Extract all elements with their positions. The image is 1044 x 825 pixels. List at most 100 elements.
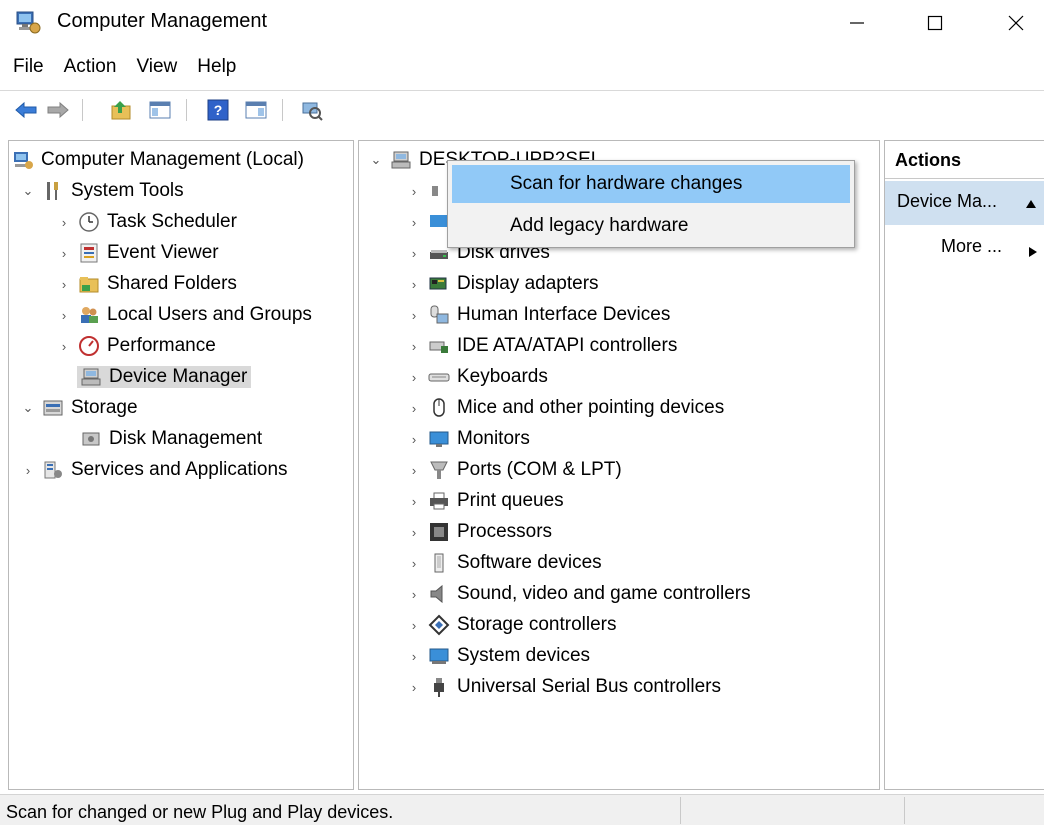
device-row[interactable]: › Processors: [407, 517, 552, 547]
scan-hardware-icon[interactable]: [298, 97, 326, 123]
tree-label-event-viewer: Event Viewer: [107, 242, 219, 263]
actions-more-item[interactable]: More ...: [941, 236, 1002, 257]
device-row[interactable]: › Human Interface Devices: [407, 300, 671, 330]
tree-item-system-tools[interactable]: ⌄ System Tools: [21, 176, 184, 206]
tree-item-shared-folders[interactable]: › Shared Folders: [57, 269, 237, 299]
device-row[interactable]: › Print queues: [407, 486, 564, 516]
chevron-right-icon[interactable]: ›: [407, 680, 421, 695]
chevron-right-icon[interactable]: ›: [407, 494, 421, 509]
tree-label-shared-folders: Shared Folders: [107, 273, 237, 294]
chevron-right-icon[interactable]: ›: [21, 463, 35, 478]
chevron-right-icon[interactable]: ›: [407, 649, 421, 664]
close-button[interactable]: [993, 4, 1039, 42]
tree-item-local-users[interactable]: › Local Users and Groups: [57, 300, 312, 330]
device-label: Print queues: [457, 490, 564, 511]
chevron-right-icon[interactable]: ›: [57, 308, 71, 323]
chevron-right-icon[interactable]: ›: [407, 184, 421, 199]
forward-arrow-icon[interactable]: [44, 97, 72, 123]
actions-more-label: More ...: [941, 236, 1003, 256]
tree-item-performance[interactable]: › Performance: [57, 331, 216, 361]
menu-item-scan-hardware[interactable]: Scan for hardware changes: [452, 165, 850, 203]
monitor-icon: [427, 428, 451, 450]
menu-help[interactable]: Help: [187, 52, 246, 84]
device-label: Sound, video and game controllers: [457, 583, 751, 604]
chevron-right-icon[interactable]: ›: [407, 432, 421, 447]
device-row[interactable]: › Ports (COM & LPT): [407, 455, 622, 485]
menu-file[interactable]: File: [0, 52, 54, 84]
menu-view[interactable]: View: [126, 52, 187, 84]
chevron-right-icon[interactable]: ›: [407, 401, 421, 416]
actions-header: Actions: [885, 141, 1044, 179]
help-icon[interactable]: ?: [204, 97, 232, 123]
chevron-down-icon[interactable]: ⌄: [369, 152, 383, 167]
device-label: Display adapters: [457, 273, 599, 294]
device-row[interactable]: › System devices: [407, 641, 590, 671]
chevron-right-icon[interactable]: ›: [407, 587, 421, 602]
tree-item-task-scheduler[interactable]: › Task Scheduler: [57, 207, 237, 237]
actions-selected-label: Device Ma...: [897, 191, 998, 211]
event-viewer-icon: [77, 242, 101, 264]
device-row[interactable]: › Sound, video and game controllers: [407, 579, 751, 609]
submenu-arrow-icon: [1028, 242, 1038, 264]
chevron-right-icon[interactable]: ›: [57, 277, 71, 292]
chevron-right-icon[interactable]: ›: [57, 215, 71, 230]
menu-action[interactable]: Action: [54, 52, 127, 84]
back-arrow-icon[interactable]: [12, 97, 40, 123]
device-row[interactable]: › Storage controllers: [407, 610, 616, 640]
chevron-right-icon[interactable]: ›: [407, 370, 421, 385]
chevron-right-icon[interactable]: ›: [407, 463, 421, 478]
device-row[interactable]: › IDE ATA/ATAPI controllers: [407, 331, 678, 361]
chevron-right-icon[interactable]: ›: [57, 339, 71, 354]
tree-item-device-manager[interactable]: Device Manager: [77, 362, 252, 392]
system-device-icon: [427, 645, 451, 667]
chevron-down-icon[interactable]: ⌄: [21, 183, 35, 198]
device-label: Human Interface Devices: [457, 304, 671, 325]
device-manager-icon: [79, 366, 103, 388]
console-tree-pane: Computer Management (Local) ⌄ System Too…: [8, 140, 354, 790]
device-row[interactable]: › Display adapters: [407, 269, 599, 299]
tree-item-event-viewer[interactable]: › Event Viewer: [57, 238, 219, 268]
show-hide-action-pane-icon[interactable]: [242, 97, 270, 123]
maximize-button[interactable]: [912, 4, 958, 42]
tree-root[interactable]: Computer Management (Local): [11, 145, 304, 175]
collapse-arrow-icon[interactable]: [1025, 193, 1037, 214]
device-label: Monitors: [457, 428, 530, 449]
tree-item-storage[interactable]: ⌄ Storage: [21, 393, 138, 423]
device-row[interactable]: › Mice and other pointing devices: [407, 393, 724, 423]
device-row[interactable]: › Universal Serial Bus controllers: [407, 672, 721, 702]
chevron-right-icon[interactable]: ›: [407, 339, 421, 354]
chevron-right-icon[interactable]: ›: [407, 618, 421, 633]
chevron-right-icon[interactable]: ›: [407, 246, 421, 261]
tree-label-services: Services and Applications: [71, 459, 288, 480]
hid-icon: [427, 304, 451, 326]
mouse-icon: [427, 397, 451, 419]
clock-icon: [77, 211, 101, 233]
context-menu: Scan for hardware changes Add legacy har…: [447, 160, 855, 248]
chevron-right-icon[interactable]: ›: [407, 525, 421, 540]
chevron-down-icon[interactable]: ⌄: [21, 400, 35, 415]
chevron-right-icon[interactable]: ›: [407, 308, 421, 323]
chevron-right-icon[interactable]: ›: [57, 246, 71, 261]
ide-controller-icon: [427, 335, 451, 357]
chevron-right-icon[interactable]: ›: [407, 556, 421, 571]
tree-label-task-scheduler: Task Scheduler: [107, 211, 237, 232]
disk-management-icon: [79, 428, 103, 450]
computer-management-icon: [15, 10, 41, 34]
tree-item-services[interactable]: › Services and Applications: [21, 455, 288, 485]
status-bar: Scan for changed or new Plug and Play de…: [0, 794, 1044, 825]
minimize-button[interactable]: [834, 4, 880, 42]
menu-item-add-legacy[interactable]: Add legacy hardware: [452, 207, 850, 245]
chevron-right-icon[interactable]: ›: [407, 277, 421, 292]
device-row[interactable]: › Keyboards: [407, 362, 548, 392]
up-folder-icon[interactable]: [108, 97, 136, 123]
actions-device-manager-item[interactable]: Device Ma...: [885, 181, 1044, 225]
actions-pane: Actions Device Ma... More ...: [884, 140, 1044, 790]
device-row[interactable]: › Software devices: [407, 548, 602, 578]
tree-item-disk-management[interactable]: Disk Management: [79, 424, 262, 454]
show-hide-tree-icon[interactable]: [146, 97, 174, 123]
keyboard-icon: [427, 366, 451, 388]
svg-text:?: ?: [214, 102, 223, 118]
device-label: Storage controllers: [457, 614, 617, 635]
chevron-right-icon[interactable]: ›: [407, 215, 421, 230]
device-row[interactable]: › Monitors: [407, 424, 530, 454]
